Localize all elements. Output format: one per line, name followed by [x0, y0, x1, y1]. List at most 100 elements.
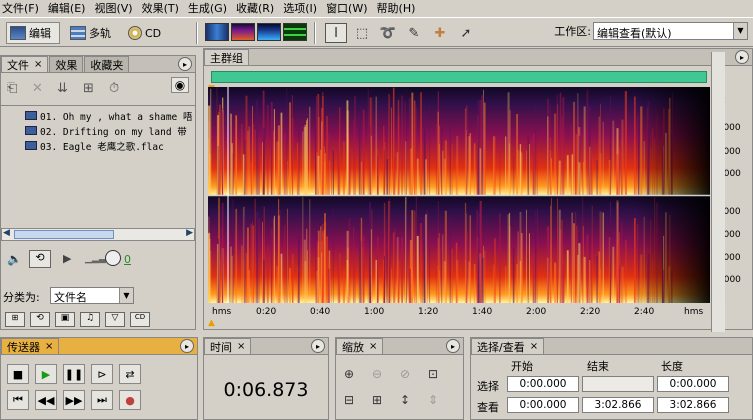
- menu-edit[interactable]: 编辑(E): [48, 0, 86, 16]
- edit-view-button[interactable]: 编辑: [6, 22, 60, 44]
- close-file-icon[interactable]: ✕: [32, 81, 43, 96]
- close-icon[interactable]: ×: [34, 59, 42, 70]
- panel-menu-icon[interactable]: ▸: [311, 339, 325, 353]
- tab-main-group[interactable]: 主群组: [204, 49, 249, 65]
- tab-files[interactable]: 文件 ×: [1, 56, 49, 72]
- play-preview-icon[interactable]: ▶: [63, 252, 71, 265]
- cd-view-button[interactable]: CD: [128, 22, 161, 44]
- time-selection-tool-icon[interactable]: I: [325, 23, 347, 43]
- lasso-tool-icon[interactable]: ➰: [377, 23, 399, 43]
- menu-effects[interactable]: 效果(T): [142, 0, 179, 16]
- stop-button[interactable]: ■: [7, 364, 29, 384]
- multitrack-insert-icon[interactable]: ⊞: [83, 81, 94, 96]
- panel-menu-icon[interactable]: ▸: [735, 50, 749, 64]
- file-item[interactable]: 02. Drifting on my land 带: [1, 123, 195, 138]
- view-end-field[interactable]: 3:02.866: [582, 397, 654, 413]
- sort-select[interactable]: 文件名 ▼: [50, 287, 134, 304]
- full-paths-icon[interactable]: ⊞: [5, 312, 25, 327]
- scroll-right-icon[interactable]: ▶: [186, 228, 193, 238]
- zoom-right-edge-icon[interactable]: ⊞: [366, 390, 388, 410]
- multitrack-label: 多轨: [89, 27, 111, 40]
- file-item[interactable]: 01. Oh my , what a shame 唔: [1, 108, 195, 123]
- menu-favorites[interactable]: 收藏(R): [236, 0, 274, 16]
- tab-transport[interactable]: 传送器 ×: [1, 338, 60, 354]
- close-icon[interactable]: ×: [45, 341, 53, 352]
- zoom-in-vertical-icon[interactable]: ↕: [394, 390, 416, 410]
- zoom-out-horizontal-icon[interactable]: ⊖: [366, 364, 388, 384]
- volume-knob[interactable]: [105, 250, 121, 266]
- scroll-left-icon[interactable]: ◀: [3, 228, 10, 238]
- play-to-end-button[interactable]: ⊳: [91, 364, 113, 384]
- insert-file-icon[interactable]: ⇊: [57, 81, 68, 96]
- transport-tabstrip: 传送器 × ▸: [1, 338, 197, 355]
- time-ruler[interactable]: hms 0:20 0:40 1:00 1:20 1:40 2:00 2:20 2…: [208, 304, 710, 320]
- speaker-icon[interactable]: 🔈: [7, 252, 22, 266]
- panel-menu-icon[interactable]: ▸: [446, 339, 460, 353]
- view-length-field[interactable]: 3:02.866: [657, 397, 729, 413]
- ruler-tick: 2:00: [526, 307, 547, 317]
- menu-help[interactable]: 帮助(H): [377, 0, 416, 16]
- menu-generate[interactable]: 生成(G): [188, 0, 227, 16]
- loop-play-button[interactable]: ⇄: [119, 364, 141, 384]
- close-icon[interactable]: ×: [237, 341, 245, 352]
- zoom-selection-icon[interactable]: ⊡: [422, 364, 444, 384]
- spectral-display[interactable]: [208, 87, 710, 303]
- tab-time[interactable]: 时间 ×: [204, 338, 252, 354]
- play-button[interactable]: ▶: [35, 364, 57, 384]
- tab-effects[interactable]: 效果: [49, 56, 84, 72]
- menu-window[interactable]: 窗口(W): [326, 0, 367, 16]
- marquee-tool-icon[interactable]: ⬚: [351, 23, 373, 43]
- scrollbar-thumb[interactable]: [14, 230, 114, 239]
- workspace-select[interactable]: 编辑查看(默认) ▼: [593, 22, 748, 40]
- hybrid-tool-icon[interactable]: ➚: [455, 23, 477, 43]
- preview-controls: 🔈 ⟲ ▶ ▁▂▃ 0: [1, 248, 195, 272]
- workspace-label: 工作区:: [554, 25, 591, 38]
- pause-button[interactable]: ❚❚: [63, 364, 85, 384]
- volume-value[interactable]: 0: [124, 253, 131, 266]
- close-icon[interactable]: ×: [369, 341, 377, 352]
- audio-file-icon[interactable]: ♫: [80, 312, 100, 327]
- selection-length-field[interactable]: 0:00.000: [657, 376, 729, 392]
- spectral-display-button[interactable]: [231, 23, 255, 41]
- video-file-icon[interactable]: ▣: [55, 312, 75, 327]
- tab-zoom[interactable]: 缩放 ×: [336, 338, 384, 354]
- selection-start-field[interactable]: 0:00.000: [507, 376, 579, 392]
- horizontal-scrollbar[interactable]: ◀ ▶: [1, 228, 195, 241]
- menu-view[interactable]: 视图(V): [94, 0, 132, 16]
- zoom-in-horizontal-icon[interactable]: ⊕: [338, 364, 360, 384]
- vertical-scrollbar[interactable]: [711, 52, 725, 332]
- loop-icon[interactable]: ⟲: [29, 250, 51, 268]
- healing-brush-icon[interactable]: ✚: [429, 23, 451, 43]
- tab-favorites[interactable]: 收藏夹: [84, 56, 130, 72]
- rewind-button[interactable]: ◀◀: [35, 390, 57, 410]
- selection-end-field[interactable]: [582, 376, 654, 392]
- menu-options[interactable]: 选项(I): [283, 0, 317, 16]
- filter-icon[interactable]: ▽: [105, 312, 125, 327]
- go-to-end-button[interactable]: ⏭: [91, 390, 113, 410]
- zoom-out-vertical-icon[interactable]: ⇕: [422, 390, 444, 410]
- close-icon[interactable]: ×: [530, 341, 538, 352]
- brush-tool-icon[interactable]: ✎: [403, 23, 425, 43]
- autoplay-icon[interactable]: ⏱: [109, 81, 119, 96]
- record-button[interactable]: ●: [119, 390, 141, 410]
- eye-icon[interactable]: ◉: [171, 77, 189, 93]
- view-start-field[interactable]: 0:00.000: [507, 397, 579, 413]
- cd-tracks-icon[interactable]: CD: [130, 312, 150, 327]
- zoom-out-full-icon[interactable]: ⊘: [394, 364, 416, 384]
- multitrack-view-button[interactable]: 多轨: [70, 22, 111, 44]
- phase-display-button[interactable]: [283, 23, 307, 41]
- overview-bar[interactable]: [211, 71, 707, 83]
- waveform-display-button[interactable]: [205, 23, 229, 41]
- panel-menu-icon[interactable]: ▸: [180, 339, 194, 353]
- zoom-left-edge-icon[interactable]: ⊟: [338, 390, 360, 410]
- go-to-start-button[interactable]: ⏮: [7, 390, 29, 410]
- panel-menu-icon[interactable]: ▸: [178, 57, 192, 71]
- menu-file[interactable]: 文件(F): [2, 0, 39, 16]
- loop-file-icon[interactable]: ⟲: [30, 312, 50, 327]
- menu-bar: 文件(F) 编辑(E) 视图(V) 效果(T) 生成(G) 收藏(R) 选项(I…: [0, 0, 753, 16]
- fast-forward-button[interactable]: ▶▶: [63, 390, 85, 410]
- pan-display-button[interactable]: [257, 23, 281, 41]
- file-item[interactable]: 03. Eagle 老鹰之歌.flac: [1, 138, 195, 153]
- open-file-icon[interactable]: ⎗: [7, 81, 17, 96]
- tab-selection-view[interactable]: 选择/查看 ×: [471, 338, 545, 354]
